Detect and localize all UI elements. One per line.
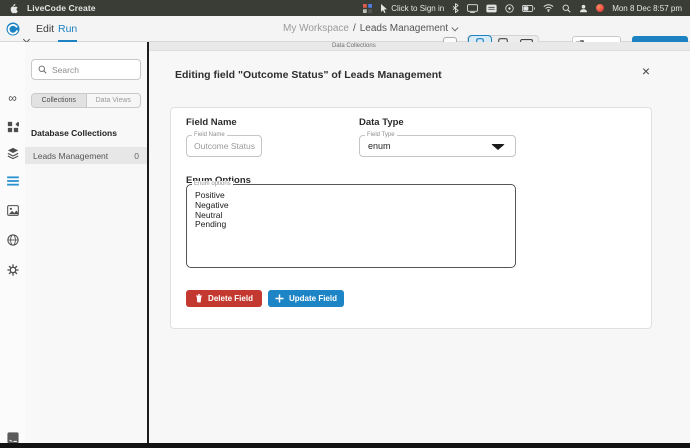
spotlight-search-icon[interactable]	[562, 4, 571, 13]
field-name-float-label: Field Name	[192, 132, 227, 139]
breadcrumb-workspace[interactable]: My Workspace	[283, 23, 349, 34]
collection-row-leads-management[interactable]: Leads Management 0	[25, 147, 147, 164]
trash-icon	[195, 294, 203, 303]
connections-infinity-icon[interactable]: ∞	[6, 91, 19, 104]
apple-menu-icon[interactable]	[8, 3, 18, 14]
input-source-icon[interactable]	[486, 4, 497, 13]
breadcrumb-chevron-down-icon[interactable]	[452, 25, 458, 31]
dropdown-caret-icon	[491, 144, 505, 150]
main-content: Data Collections Editing field "Outcome …	[149, 42, 690, 443]
macos-menubar: LiveCode Create Click to Sign in	[0, 0, 690, 16]
sidebar-tab-group: Collections Data Views	[31, 93, 141, 108]
signin-menu-item[interactable]: Click to Sign in	[380, 4, 444, 13]
field-name-value: Outcome Status	[187, 136, 261, 157]
plus-icon	[275, 294, 284, 303]
search-input[interactable]	[52, 65, 122, 75]
collection-name: Leads Management	[33, 151, 108, 161]
menubar-status-area: Click to Sign in	[363, 3, 682, 13]
layers-icon[interactable]	[6, 146, 19, 159]
field-name-label: Field Name	[186, 117, 237, 128]
tab-collections[interactable]: Collections	[32, 94, 87, 107]
web-globe-icon[interactable]	[6, 233, 19, 246]
data-collections-list-icon[interactable]	[6, 174, 19, 187]
mode-edit-button[interactable]: Edit	[36, 23, 54, 35]
enum-options-float-label: Enum options	[192, 181, 233, 188]
update-field-button[interactable]: Update Field	[268, 290, 344, 307]
screen: LiveCode Create Click to Sign in	[0, 0, 690, 448]
search-icon	[38, 65, 47, 74]
close-icon[interactable]: ×	[639, 64, 653, 78]
field-editor-card: Field Name Field Name Outcome Status Dat…	[170, 107, 652, 329]
collections-sidebar: Collections Data Views Database Collecti…	[25, 42, 147, 443]
breadcrumb-project[interactable]: Leads Management	[360, 23, 448, 34]
content-header-title: Data Collections	[332, 43, 376, 49]
cursor-icon	[380, 4, 388, 13]
enum-options-textarea[interactable]: Positive Negative Neutral Pending	[187, 185, 515, 267]
settings-gear-icon[interactable]	[6, 263, 19, 276]
breadcrumb[interactable]: My Workspace / Leads Management	[283, 23, 457, 34]
stats-circle-icon[interactable]	[505, 4, 514, 13]
livecode-logo-icon[interactable]	[6, 22, 20, 36]
siri-icon[interactable]	[596, 4, 604, 12]
sidebar-search[interactable]	[31, 59, 141, 80]
breadcrumb-separator: /	[353, 23, 356, 34]
delete-field-label: Delete Field	[208, 294, 253, 303]
menubar-clock[interactable]: Mon 8 Dec 8:57 pm	[612, 4, 682, 13]
tab-data-views[interactable]: Data Views	[87, 94, 141, 107]
media-image-icon[interactable]	[6, 204, 19, 217]
data-type-select[interactable]: Field Type enum	[359, 135, 516, 157]
data-type-label: Data Type	[359, 117, 404, 128]
section-title-database-collections: Database Collections	[31, 128, 117, 138]
menubar-app-name[interactable]: LiveCode Create	[27, 3, 96, 13]
mode-run-tab[interactable]: Run	[58, 16, 77, 42]
content-header-bar: Data Collections	[149, 42, 690, 51]
field-name-input[interactable]: Field Name Outcome Status	[186, 135, 262, 157]
user-switch-icon[interactable]	[579, 4, 588, 13]
screen-mirroring-icon[interactable]	[467, 4, 478, 13]
app-toolbar: Edit Run My Workspace / Leads Management…	[0, 16, 690, 42]
update-field-label: Update Field	[289, 294, 337, 303]
tool-rail: ∞	[0, 42, 25, 443]
collection-count: 0	[134, 151, 139, 161]
data-type-float-label: Field Type	[365, 132, 397, 139]
wifi-icon[interactable]	[543, 4, 554, 12]
widgets-icon[interactable]	[6, 120, 19, 133]
editor-title: Editing field "Outcome Status" of Leads …	[175, 69, 442, 81]
app-tray-icon[interactable]	[363, 4, 372, 13]
bluetooth-icon[interactable]	[452, 3, 459, 13]
delete-field-button[interactable]: Delete Field	[186, 290, 262, 307]
signin-label: Click to Sign in	[391, 4, 444, 13]
enum-options-field: Enum options Positive Negative Neutral P…	[186, 184, 516, 268]
battery-icon[interactable]	[522, 5, 535, 12]
desktop-edge	[0, 443, 690, 448]
